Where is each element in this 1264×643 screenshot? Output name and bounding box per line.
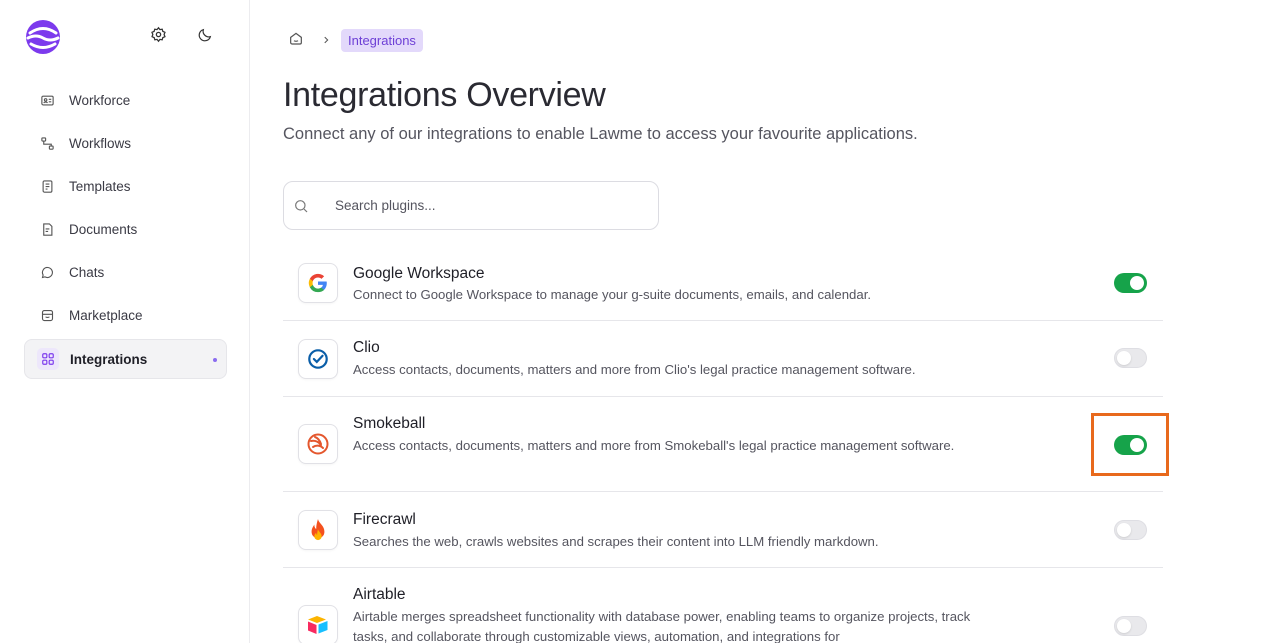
sidebar-item-chats[interactable]: Chats	[24, 253, 227, 293]
integration-name: Airtable	[353, 586, 406, 603]
integration-row-smokeball: Smokeball Access contacts, documents, ma…	[283, 397, 1169, 492]
integration-toggle-google-workspace[interactable]	[1114, 273, 1147, 293]
integration-description: Access contacts, documents, matters and …	[353, 438, 955, 453]
integration-row-firecrawl: Firecrawl Searches the web, crawls websi…	[283, 492, 1163, 568]
integration-name: Google Workspace	[353, 265, 485, 282]
integration-name: Smokeball	[353, 415, 426, 432]
chat-icon	[38, 264, 56, 282]
integration-name: Firecrawl	[353, 511, 416, 528]
active-indicator-dot	[213, 358, 217, 363]
sidebar-item-templates[interactable]: Templates	[24, 166, 227, 206]
chevron-right-icon	[321, 35, 331, 45]
home-icon	[288, 30, 304, 51]
sidebar-item-workflows[interactable]: Workflows	[24, 123, 227, 163]
page-subtitle: Connect any of our integrations to enabl…	[283, 125, 918, 143]
sidebar-item-documents[interactable]: Documents	[24, 210, 227, 250]
search-input[interactable]	[335, 198, 635, 213]
settings-button[interactable]	[138, 17, 178, 57]
integration-toggle-firecrawl[interactable]	[1114, 520, 1147, 540]
integrations-list: Google Workspace Connect to Google Works…	[283, 246, 1169, 643]
sidebar: Workforce Workflows Templates Documents …	[0, 0, 250, 643]
integration-row-airtable: Airtable Airtable merges spreadsheet fun…	[283, 568, 1163, 643]
toggle-knob	[1117, 619, 1131, 633]
toggle-knob	[1117, 523, 1131, 537]
id-card-icon	[38, 91, 56, 109]
marketplace-icon	[38, 307, 56, 325]
integration-row-clio: Clio Access contacts, documents, matters…	[283, 321, 1163, 397]
breadcrumb: Integrations	[283, 28, 423, 52]
sidebar-nav: Workforce Workflows Templates Documents …	[24, 80, 227, 382]
sidebar-item-integrations[interactable]: Integrations	[24, 339, 227, 380]
integration-description: Connect to Google Workspace to manage yo…	[353, 287, 872, 302]
integration-description: Searches the web, crawls websites and sc…	[353, 534, 879, 549]
integration-toggle-airtable[interactable]	[1114, 616, 1147, 636]
integration-description: Airtable merges spreadsheet functionalit…	[353, 609, 971, 643]
sidebar-item-label: Workflows	[69, 135, 132, 151]
breadcrumb-current[interactable]: Integrations	[341, 28, 423, 52]
page-title: Integrations Overview	[283, 76, 606, 114]
fire-icon	[298, 510, 338, 550]
sidebar-item-label: Chats	[69, 265, 105, 281]
clio-icon	[298, 339, 338, 379]
toggle-knob	[1130, 438, 1144, 452]
sidebar-item-label: Documents	[69, 222, 138, 238]
sidebar-item-label: Integrations	[70, 351, 148, 367]
integration-name: Clio	[353, 339, 380, 356]
search-icon	[293, 197, 311, 215]
template-icon	[38, 177, 56, 195]
document-icon	[38, 221, 56, 239]
toggle-knob	[1117, 351, 1131, 365]
sidebar-item-label: Marketplace	[69, 308, 143, 324]
moon-icon	[197, 27, 213, 48]
google-icon	[298, 263, 338, 303]
search-box	[283, 181, 659, 230]
lawme-logo[interactable]	[26, 20, 60, 54]
theme-toggle-button[interactable]	[185, 17, 225, 57]
sidebar-item-workforce[interactable]: Workforce	[24, 80, 227, 120]
integration-description: Access contacts, documents, matters and …	[353, 362, 916, 377]
workflow-icon	[38, 134, 56, 152]
gear-icon	[150, 26, 167, 48]
breadcrumb-home[interactable]	[283, 27, 309, 53]
airtable-icon	[298, 605, 338, 643]
sidebar-item-label: Templates	[69, 178, 131, 194]
sidebar-item-marketplace[interactable]: Marketplace	[24, 296, 227, 336]
sidebar-item-label: Workforce	[69, 92, 131, 108]
integration-row-google-workspace: Google Workspace Connect to Google Works…	[283, 246, 1163, 321]
smokeball-icon	[298, 424, 338, 464]
integration-toggle-clio[interactable]	[1114, 348, 1147, 368]
integration-toggle-smokeball[interactable]	[1114, 435, 1147, 455]
grid-icon	[37, 348, 59, 371]
toggle-knob	[1130, 276, 1144, 290]
